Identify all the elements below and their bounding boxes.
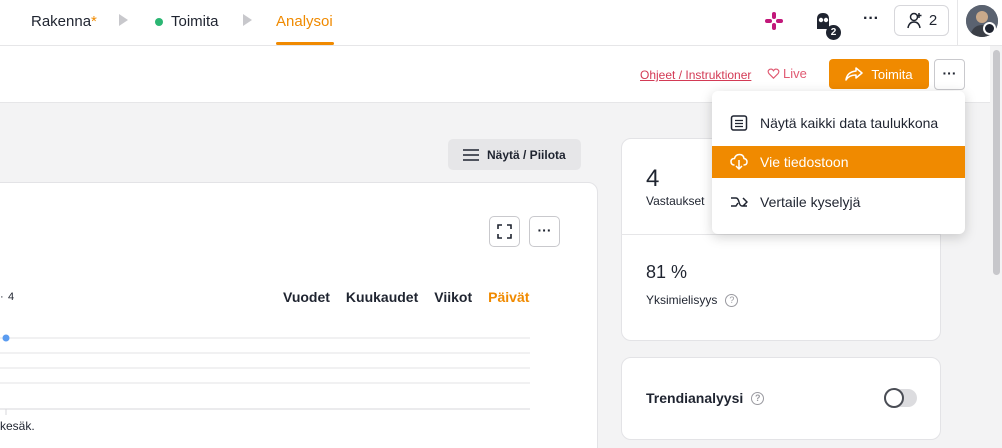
trend-toggle[interactable] <box>884 388 917 408</box>
share-arrow-icon <box>845 67 864 81</box>
more-options-button[interactable]: ··· <box>934 59 965 90</box>
avatar-status-icon <box>983 22 996 35</box>
step-arrow-icon <box>119 14 128 26</box>
divider <box>621 234 941 235</box>
help-icon[interactable]: ? <box>725 293 739 307</box>
trend-label-row: Trendianalyysi ? <box>646 390 765 406</box>
heart-icon <box>767 68 780 79</box>
agreement-value: 81 % <box>646 262 688 282</box>
scrollbar-thumb[interactable] <box>993 50 1000 275</box>
legend-value: 4 <box>8 291 15 303</box>
bot-count-badge: 2 <box>826 25 841 40</box>
active-step-indicator <box>276 42 334 45</box>
step-label: Toimita <box>171 13 219 30</box>
collaborators-button[interactable]: 2 <box>894 5 949 36</box>
publish-button[interactable]: Toimita <box>829 59 929 89</box>
responses-label: Vastaukset <box>646 194 705 208</box>
chart-more-button[interactable]: ··· <box>529 216 560 247</box>
live-link[interactable]: Live <box>767 66 807 81</box>
help-link[interactable]: Ohjeet / Instruktioner <box>640 68 751 82</box>
show-hide-label: Näytä / Piilota <box>487 147 566 162</box>
menu-icon <box>463 148 479 161</box>
nav-more-button[interactable]: ··· <box>858 10 884 32</box>
status-dot-icon <box>155 17 163 26</box>
fullscreen-button[interactable] <box>489 216 520 247</box>
tab-vuodet[interactable]: Vuodet <box>283 289 330 305</box>
step-analysoi[interactable]: Analysoi <box>276 13 333 30</box>
show-hide-button[interactable]: Näytä / Piilota <box>448 139 581 170</box>
data-point <box>2 334 10 342</box>
help-icon[interactable]: ? <box>751 391 765 405</box>
tab-viikot[interactable]: Viikot <box>434 289 472 305</box>
step-arrow-icon <box>243 14 252 26</box>
menu-item-show-table[interactable]: Näytä kaikki data taulukkona <box>712 107 965 139</box>
fullscreen-icon <box>497 224 512 239</box>
divider <box>957 0 958 46</box>
menu-item-label: Vie tiedostoon <box>760 154 849 170</box>
trend-label: Trendianalyysi <box>646 390 744 406</box>
legend-marker: · <box>0 291 4 303</box>
compare-arrow-icon <box>731 197 748 207</box>
add-user-icon <box>907 12 922 28</box>
responses-value: 4 <box>646 165 660 192</box>
menu-item-export[interactable]: Vie tiedostoon <box>712 146 965 178</box>
step-toimita[interactable]: Toimita <box>155 13 219 30</box>
toggle-knob <box>884 388 904 408</box>
menu-item-compare[interactable]: Vertaile kyselyjä <box>712 186 965 218</box>
collaborators-count: 2 <box>928 12 938 29</box>
step-label: Rakenna <box>31 13 92 30</box>
menu-item-label: Näytä kaikki data taulukkona <box>760 115 939 131</box>
tab-paivat[interactable]: Päivät <box>488 289 529 305</box>
publish-label: Toimita <box>871 66 913 82</box>
x-tick-label: kesäk. <box>0 419 35 433</box>
agreement-label: Yksimielisyys <box>646 293 718 307</box>
step-rakenna[interactable]: Rakenna* <box>31 13 97 30</box>
live-label: Live <box>783 66 807 81</box>
table-icon <box>730 115 748 131</box>
cloud-download-icon <box>730 153 748 171</box>
period-tabs: Vuodet Kuukaudet Viikot Päivät <box>283 289 529 305</box>
more-options-menu: Näytä kaikki data taulukkona Vie tiedost… <box>712 91 965 234</box>
tab-kuukaudet[interactable]: Kuukaudet <box>346 289 418 305</box>
top-navigation: Rakenna* Toimita Analysoi 2 ··· 2 <box>0 0 1002 46</box>
line-chart <box>0 334 530 415</box>
slack-icon[interactable] <box>764 11 784 31</box>
unsaved-marker: * <box>91 13 97 30</box>
menu-item-label: Vertaile kyselyjä <box>760 194 861 210</box>
agreement-label-row: Yksimielisyys ? <box>646 293 739 307</box>
